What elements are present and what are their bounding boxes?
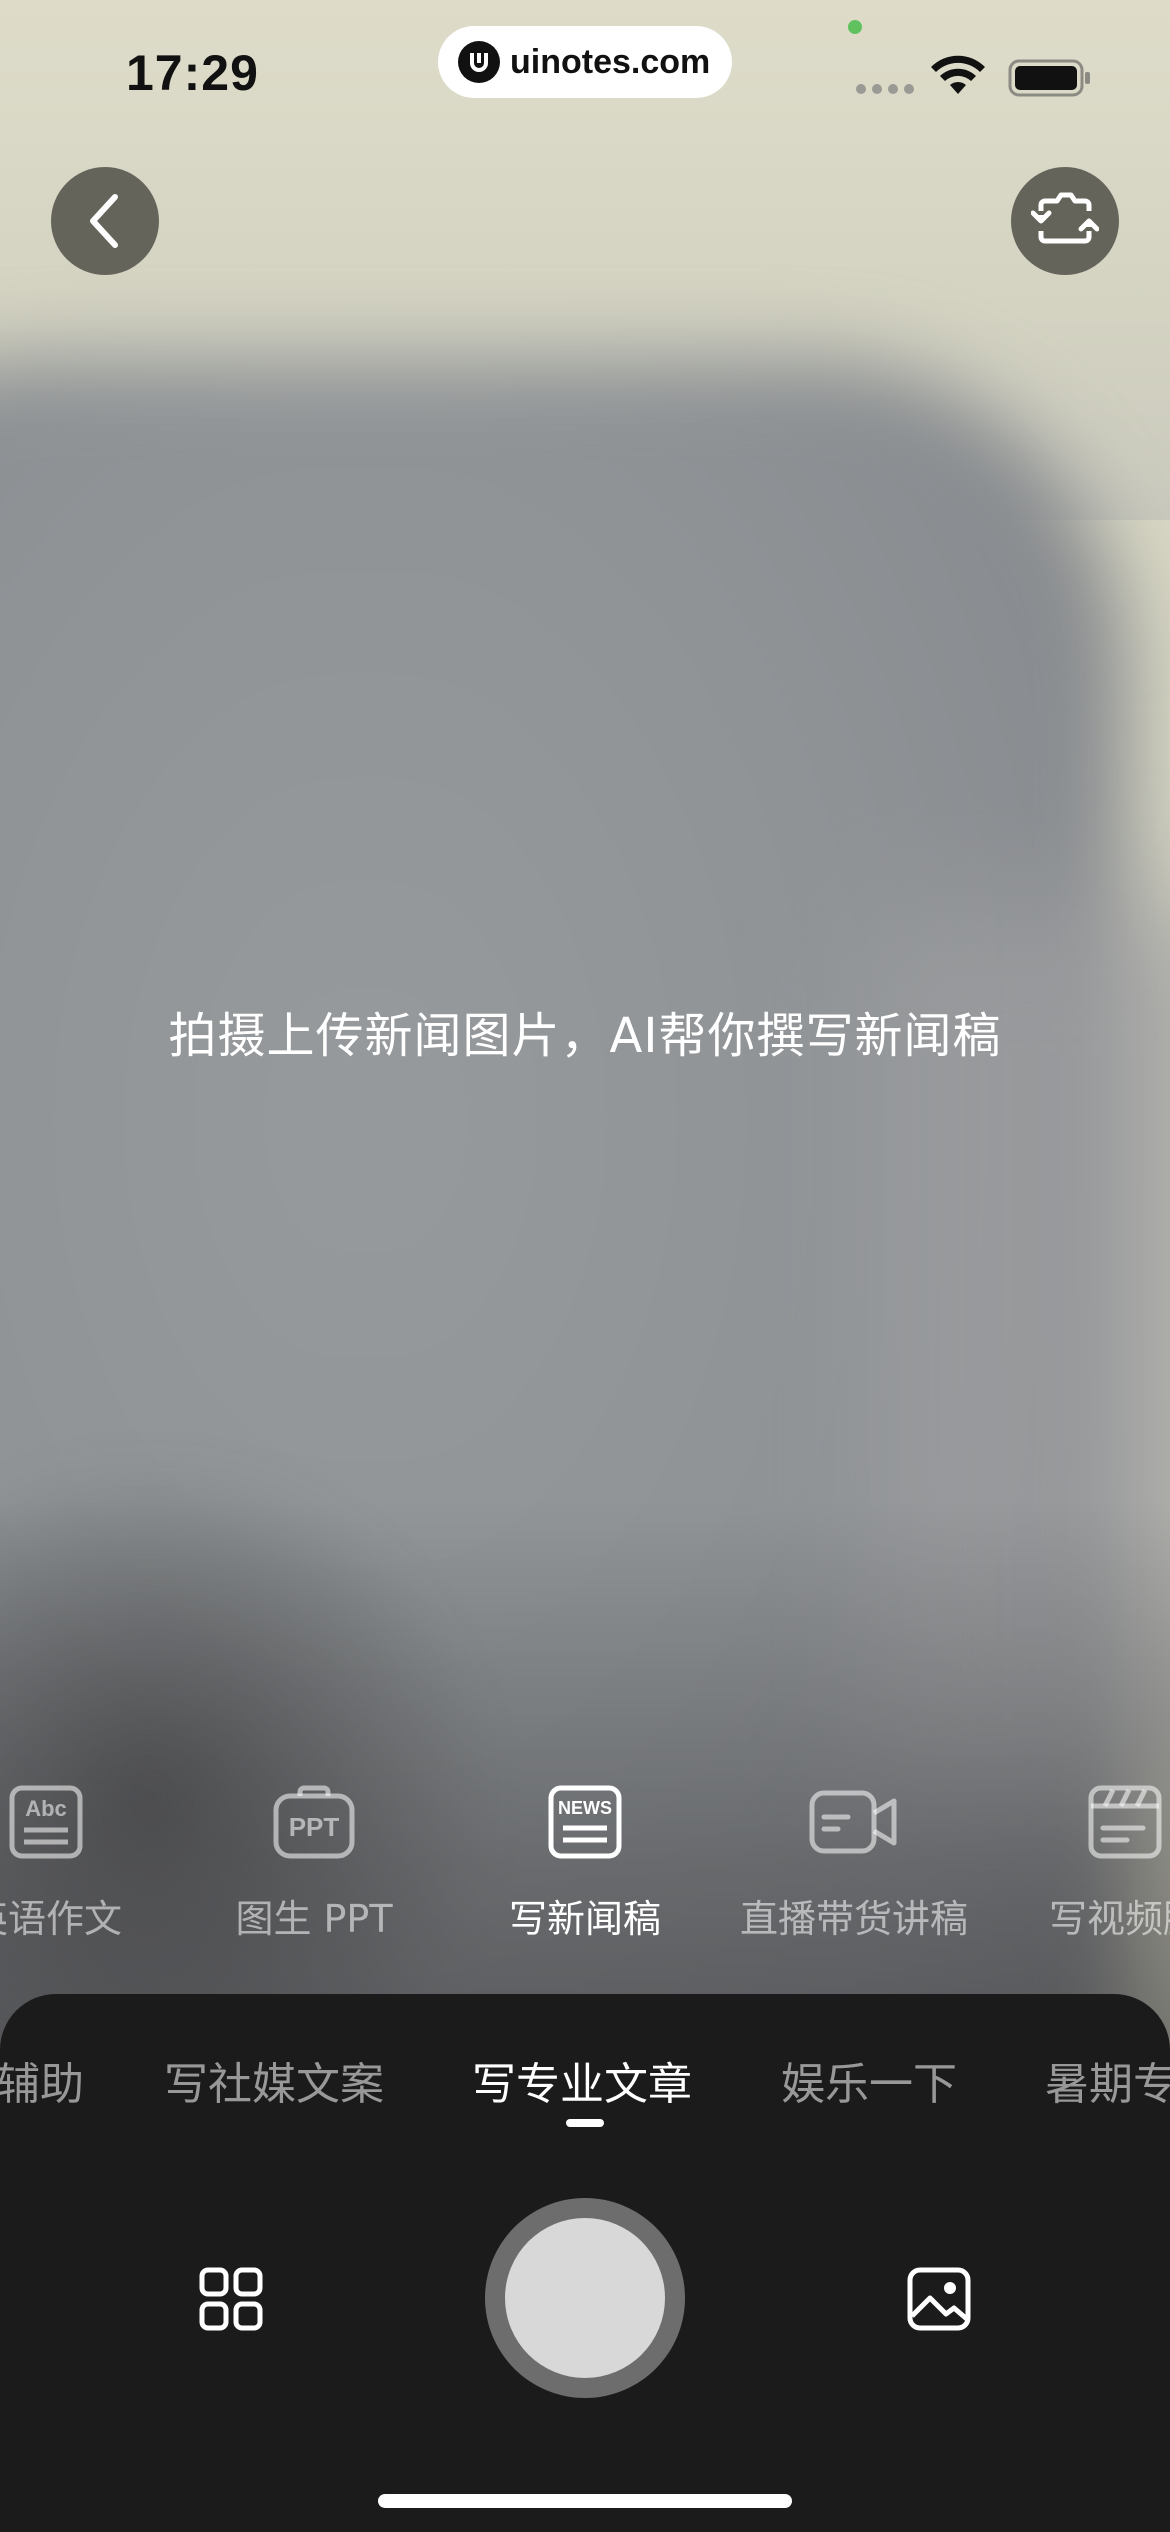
ppt-icon: PPT	[174, 1780, 454, 1864]
mode-label: 英语作文	[0, 1897, 122, 1941]
video-camera-icon	[714, 1780, 994, 1864]
url-pill[interactable]: uinotes.com	[438, 26, 732, 98]
shutter-button-inner[interactable]	[505, 2218, 665, 2378]
category-tab-professional-article[interactable]: 写专业文章	[472, 2048, 692, 2112]
clapperboard-icon	[985, 1780, 1170, 1864]
mode-news[interactable]: NEWS 写新闻稿	[445, 1780, 725, 1943]
category-tab-summer[interactable]: 暑期专	[1045, 2048, 1170, 2112]
mode-image-ppt[interactable]: PPT 图生 PPT	[174, 1780, 454, 1943]
category-tab-assist[interactable]: 辅助	[0, 2048, 84, 2112]
url-text: uinotes.com	[510, 42, 711, 81]
battery-icon	[1008, 59, 1090, 97]
mode-video-script[interactable]: 写视频脚	[985, 1780, 1170, 1943]
image-icon[interactable]	[906, 2266, 972, 2332]
category-tab-social-media[interactable]: 写社媒文案	[164, 2048, 384, 2112]
svg-text:Abc: Abc	[25, 1796, 67, 1821]
camera-hint-text: 拍摄上传新闻图片，AI帮你撰写新闻稿	[168, 1008, 1002, 1064]
mode-live-sales-script[interactable]: 直播带货讲稿	[714, 1780, 994, 1943]
home-indicator	[378, 2494, 792, 2508]
back-button[interactable]	[51, 167, 159, 275]
news-icon: NEWS	[445, 1780, 725, 1864]
camera-flip-icon	[1031, 192, 1099, 244]
status-time: 17:29	[126, 45, 259, 101]
bottom-panel: 辅助 写社媒文案 写专业文章 娱乐一下 暑期专	[0, 1994, 1170, 2532]
mode-label: 写视频脚	[1048, 1897, 1170, 1941]
mode-label: 直播带货讲稿	[739, 1897, 968, 1941]
mode-label: 图生 PPT	[235, 1897, 393, 1941]
mode-label: 写新闻稿	[508, 1897, 661, 1941]
camera-flip-button[interactable]	[1011, 167, 1119, 275]
svg-text:NEWS: NEWS	[558, 1798, 612, 1818]
category-active-indicator	[566, 2119, 604, 2127]
mic-indicator-dot	[848, 20, 862, 34]
status-bar: 17:29 uinotes.com	[0, 0, 1170, 150]
svg-text:PPT: PPT	[289, 1812, 340, 1842]
grid-icon[interactable]	[198, 2266, 264, 2332]
cellular-signal-icon	[856, 84, 914, 94]
mode-english-essay[interactable]: Abc 英语作文	[0, 1780, 186, 1943]
chevron-left-icon	[90, 194, 118, 248]
site-logo-icon	[458, 41, 500, 83]
wifi-icon	[931, 55, 985, 94]
category-tab-entertainment[interactable]: 娱乐一下	[781, 2048, 957, 2112]
abc-doc-icon: Abc	[0, 1780, 186, 1864]
